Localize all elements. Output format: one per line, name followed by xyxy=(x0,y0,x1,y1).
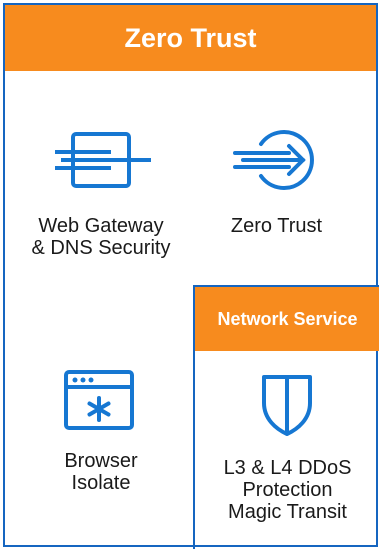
gateway-icon xyxy=(51,131,151,191)
circle-arrow-icon xyxy=(233,127,325,193)
zero-trust-panel: Zero Trust Web Gateway & DNS Security Ze… xyxy=(3,3,379,549)
ddos-line1: L3 & L4 DDoS xyxy=(223,457,352,479)
browser-window-icon xyxy=(63,369,135,431)
panel-title: Zero Trust xyxy=(5,5,376,71)
web-gateway-line1: Web Gateway xyxy=(38,215,164,237)
network-service-panel: Network Service L3 & L4 DDoS Protection … xyxy=(193,285,379,549)
network-service-title: Network Service xyxy=(195,287,379,351)
browser-isolate-line2: Isolate xyxy=(71,472,131,494)
zero-trust-label: Zero Trust xyxy=(230,215,323,237)
shield-icon xyxy=(260,373,314,437)
browser-isolate-line1: Browser xyxy=(64,450,138,472)
ddos-line2: Protection xyxy=(242,479,333,501)
ddos-line3: Magic Transit xyxy=(228,501,347,523)
web-gateway-label: Web Gateway & DNS Security xyxy=(11,215,191,259)
web-gateway-line2: & DNS Security xyxy=(31,237,171,259)
ddos-label: L3 & L4 DDoS Protection Magic Transit xyxy=(195,457,379,523)
browser-isolate-label: Browser Isolate xyxy=(11,450,191,494)
